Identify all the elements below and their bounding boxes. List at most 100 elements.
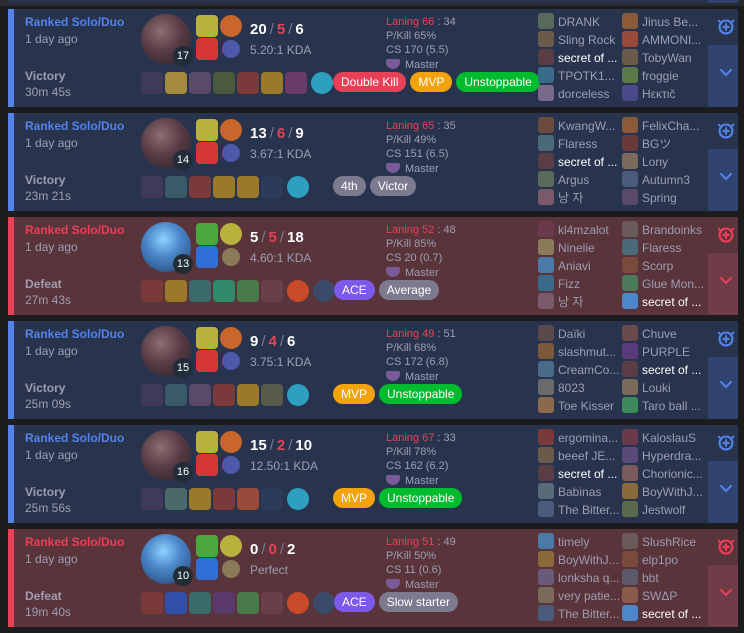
player-row[interactable]: The Bitter... <box>538 501 624 519</box>
summoner-name[interactable]: 낭 자 <box>558 295 583 309</box>
item-icon[interactable] <box>141 592 163 614</box>
player-row[interactable]: TobyWan <box>622 49 708 67</box>
match-card-win[interactable]: Ranked Solo/Duo 1 day ago Victory 25m 56s 16… <box>8 425 738 523</box>
champion-portrait[interactable]: 13 <box>141 222 193 274</box>
rune-icon[interactable] <box>220 535 242 557</box>
summoner-name[interactable]: Brandoinks <box>642 223 702 237</box>
expand-details-button[interactable] <box>708 253 738 315</box>
summoner-name[interactable]: BGツ <box>642 137 671 151</box>
share-button[interactable] <box>708 321 738 357</box>
summoner-name[interactable]: Sling Rock <box>558 33 615 47</box>
player-row[interactable]: CreamCo... <box>538 361 624 379</box>
rune-icon[interactable] <box>220 119 242 141</box>
item-icon[interactable] <box>189 488 211 510</box>
player-row[interactable]: Scorp <box>622 257 708 275</box>
player-row[interactable]: TPOTK1... <box>538 67 624 85</box>
player-row[interactable]: ergomina... <box>538 429 624 447</box>
ward-icon[interactable] <box>287 592 309 614</box>
summoner-name[interactable]: secret of ... <box>558 155 617 169</box>
player-row[interactable]: bbt <box>622 569 708 587</box>
rune-icon[interactable] <box>222 144 240 162</box>
item-icon[interactable] <box>261 72 283 94</box>
player-row[interactable]: AMMONI... <box>622 31 708 49</box>
summoner-spell-icon[interactable] <box>196 119 218 141</box>
summoner-name[interactable]: Jinus Be... <box>642 15 698 29</box>
item-icon[interactable] <box>237 72 259 94</box>
item-icon[interactable] <box>237 592 259 614</box>
summoner-name[interactable]: The Bitter... <box>558 607 619 621</box>
summoner-name[interactable]: Fizz <box>558 277 580 291</box>
item-icon[interactable] <box>213 280 235 302</box>
ward-icon[interactable] <box>287 176 309 198</box>
player-row[interactable]: The Bitter... <box>538 605 624 623</box>
summoner-name[interactable]: TobyWan <box>642 51 692 65</box>
summoner-spell-icon[interactable] <box>196 431 218 453</box>
player-row[interactable]: Flaress <box>622 239 708 257</box>
trinket-icon[interactable] <box>313 592 335 614</box>
summoner-name[interactable]: KwangW... <box>558 119 615 133</box>
item-icon[interactable] <box>213 384 235 406</box>
summoner-name[interactable]: PURPLE <box>642 345 690 359</box>
champion-portrait[interactable]: 16 <box>141 430 193 482</box>
player-row[interactable]: dorceless <box>538 85 624 103</box>
summoner-spell-icon[interactable] <box>196 223 218 245</box>
match-card-win[interactable]: Ranked Solo/Duo 1 day ago Victory 25m 09s 15… <box>8 321 738 419</box>
player-row[interactable]: Sling Rock <box>538 31 624 49</box>
player-row[interactable]: secret of ... <box>538 49 624 67</box>
summoner-name[interactable]: Aniavi <box>558 259 591 273</box>
summoner-spell-icon[interactable] <box>196 142 218 164</box>
summoner-name[interactable]: Ninelie <box>558 241 595 255</box>
item-icon[interactable] <box>165 384 187 406</box>
item-icon[interactable] <box>213 176 235 198</box>
rune-icon[interactable] <box>222 352 240 370</box>
summoner-name[interactable]: Spring <box>642 191 677 205</box>
item-icon[interactable] <box>189 72 211 94</box>
share-button[interactable] <box>708 529 738 565</box>
summoner-name[interactable]: very patie... <box>558 589 620 603</box>
player-row[interactable]: Glue Mon... <box>622 275 708 293</box>
summoner-spell-icon[interactable] <box>196 38 218 60</box>
player-row[interactable]: froggie <box>622 67 708 85</box>
player-row[interactable]: Jinus Be... <box>622 13 708 31</box>
summoner-name[interactable]: ergomina... <box>558 431 618 445</box>
item-icon[interactable] <box>213 72 235 94</box>
summoner-name[interactable]: DRANK <box>558 15 600 29</box>
player-row[interactable]: Toe Kisser <box>538 397 624 415</box>
expand-details-button[interactable] <box>708 357 738 419</box>
item-icon[interactable] <box>141 280 163 302</box>
ward-icon[interactable] <box>311 72 333 94</box>
share-button[interactable] <box>708 425 738 461</box>
player-row[interactable]: secret of ... <box>622 361 708 379</box>
player-row[interactable]: Ninelie <box>538 239 624 257</box>
item-icon[interactable] <box>285 72 307 94</box>
trinket-icon[interactable] <box>313 280 335 302</box>
summoner-name[interactable]: BoyWithJ... <box>642 485 703 499</box>
summoner-name[interactable]: Flaress <box>558 137 597 151</box>
summoner-name[interactable]: Glue Mon... <box>642 277 704 291</box>
rune-icon[interactable] <box>222 560 240 578</box>
summoner-name[interactable]: slashmut... <box>558 345 616 359</box>
summoner-spell-icon[interactable] <box>196 15 218 37</box>
item-icon[interactable] <box>237 280 259 302</box>
champion-portrait[interactable]: 15 <box>141 326 193 378</box>
summoner-name[interactable]: Toe Kisser <box>558 399 614 413</box>
player-row[interactable]: beeef JE... <box>538 447 624 465</box>
player-row[interactable]: secret of ... <box>622 293 708 311</box>
match-card-loss[interactable]: Ranked Solo/Duo 1 day ago Defeat 19m 40s 10 0… <box>8 529 738 627</box>
player-row[interactable]: secret of ... <box>622 605 708 623</box>
rune-icon[interactable] <box>220 327 242 349</box>
item-icon[interactable] <box>213 488 235 510</box>
item-icon[interactable] <box>165 280 187 302</box>
summoner-name[interactable]: secret of ... <box>642 295 701 309</box>
item-icon[interactable] <box>141 384 163 406</box>
champion-portrait[interactable]: 17 <box>141 14 193 66</box>
summoner-name[interactable]: Jestwolf <box>642 503 685 517</box>
item-icon[interactable] <box>165 72 187 94</box>
expand-details-button[interactable] <box>708 565 738 627</box>
player-row[interactable]: Flaress <box>538 135 624 153</box>
summoner-name[interactable]: Louki <box>642 381 671 395</box>
summoner-name[interactable]: secret of ... <box>558 51 617 65</box>
summoner-name[interactable]: secret of ... <box>558 467 617 481</box>
rune-icon[interactable] <box>220 223 242 245</box>
item-icon[interactable] <box>237 176 259 198</box>
